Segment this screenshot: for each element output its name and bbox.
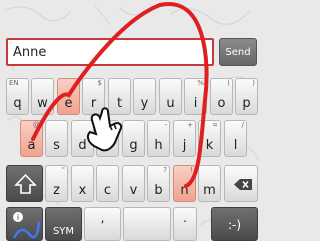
comma-key[interactable]: , (84, 207, 121, 241)
key-label: c (103, 183, 112, 198)
key-hint: ) (252, 79, 255, 87)
key-c[interactable]: c (96, 165, 119, 202)
key-w[interactable]: w (31, 78, 54, 115)
key-g[interactable]: g (122, 120, 145, 157)
key-label: v (129, 183, 138, 198)
swype-info-icon: i (12, 212, 41, 239)
key-hint: ! (190, 166, 193, 174)
key-hint: % (197, 79, 204, 87)
key-t[interactable]: t (108, 78, 131, 115)
key-label: y (140, 96, 149, 111)
space-key[interactable] (123, 207, 171, 241)
backspace-key[interactable] (224, 165, 258, 202)
smiley-key[interactable]: :-) (211, 207, 258, 241)
key-hint: $ (97, 79, 102, 87)
key-label: a (27, 138, 36, 153)
key-label: n (180, 183, 189, 198)
key-label: g (129, 138, 138, 153)
key-label: w (37, 96, 48, 111)
key-hint: ? (163, 166, 167, 174)
message-input-value: Anne (13, 45, 47, 60)
shift-arrow-icon (14, 173, 37, 194)
period-key[interactable]: . (173, 207, 197, 241)
key-hint: = (212, 121, 218, 129)
message-input[interactable]: Anne (6, 38, 214, 66)
key-label: b (154, 183, 163, 198)
key-r[interactable]: $ r (82, 78, 105, 115)
key-label: h (154, 138, 163, 153)
key-i[interactable]: % i (184, 78, 207, 115)
key-s[interactable]: s (45, 120, 68, 157)
key-d[interactable]: d (71, 120, 94, 157)
key-y[interactable]: y (133, 78, 156, 115)
key-f[interactable]: * f (96, 120, 119, 157)
key-label: r (90, 96, 97, 111)
key-hint: EN (9, 79, 19, 87)
key-b[interactable]: ? b (147, 165, 170, 202)
key-label: j (182, 138, 187, 153)
shift-key[interactable] (6, 165, 43, 202)
period-key-label: . (183, 211, 187, 225)
key-h[interactable]: - h (147, 120, 170, 157)
swype-key[interactable]: i (6, 207, 43, 241)
key-a[interactable]: @ a (20, 120, 43, 157)
key-hint: " (61, 166, 65, 174)
backspace-icon (234, 179, 252, 190)
key-hint: * (112, 121, 117, 129)
key-label: p (242, 96, 251, 111)
key-label: z (53, 183, 60, 198)
key-l[interactable]: / l (224, 120, 247, 157)
key-hint: + (187, 121, 193, 129)
key-label: x (78, 183, 87, 198)
key-label: q (13, 96, 22, 111)
smiley-key-label: :-) (227, 218, 242, 232)
key-label: s (53, 138, 60, 153)
comma-key-label: , (100, 211, 105, 225)
key-label: d (78, 138, 87, 153)
key-hint: - (164, 121, 167, 129)
key-q[interactable]: EN q (6, 78, 29, 115)
key-k[interactable]: = k (198, 120, 221, 157)
key-hint: / (241, 121, 244, 129)
key-z[interactable]: " z (45, 165, 68, 202)
key-label: l (233, 138, 238, 153)
key-v[interactable]: v (122, 165, 145, 202)
key-e[interactable]: e (57, 78, 80, 115)
send-button[interactable]: Send (219, 38, 257, 66)
key-hint: @ (33, 121, 40, 129)
svg-text:i: i (17, 213, 19, 222)
key-label: k (205, 138, 214, 153)
key-label: e (64, 96, 73, 111)
key-m[interactable]: m (198, 165, 221, 202)
key-p[interactable]: ) p (235, 78, 258, 115)
key-label: u (166, 96, 175, 111)
key-label: o (217, 96, 226, 111)
sym-key-label: SYM (52, 226, 75, 237)
key-label: m (203, 183, 216, 198)
key-x[interactable]: x (71, 165, 94, 202)
key-n[interactable]: ! n (173, 165, 196, 202)
key-o[interactable]: ( o (210, 78, 233, 115)
sym-key[interactable]: SYM (45, 207, 82, 241)
key-u[interactable]: u (159, 78, 182, 115)
key-hint: ( (227, 79, 230, 87)
key-label: f (105, 138, 110, 153)
keyboard-screen: Anne Send EN q w e $ r t y u % i ( o ) p (0, 0, 260, 241)
key-label: i (193, 96, 198, 111)
key-j[interactable]: + j (173, 120, 196, 157)
key-label: t (116, 96, 123, 111)
